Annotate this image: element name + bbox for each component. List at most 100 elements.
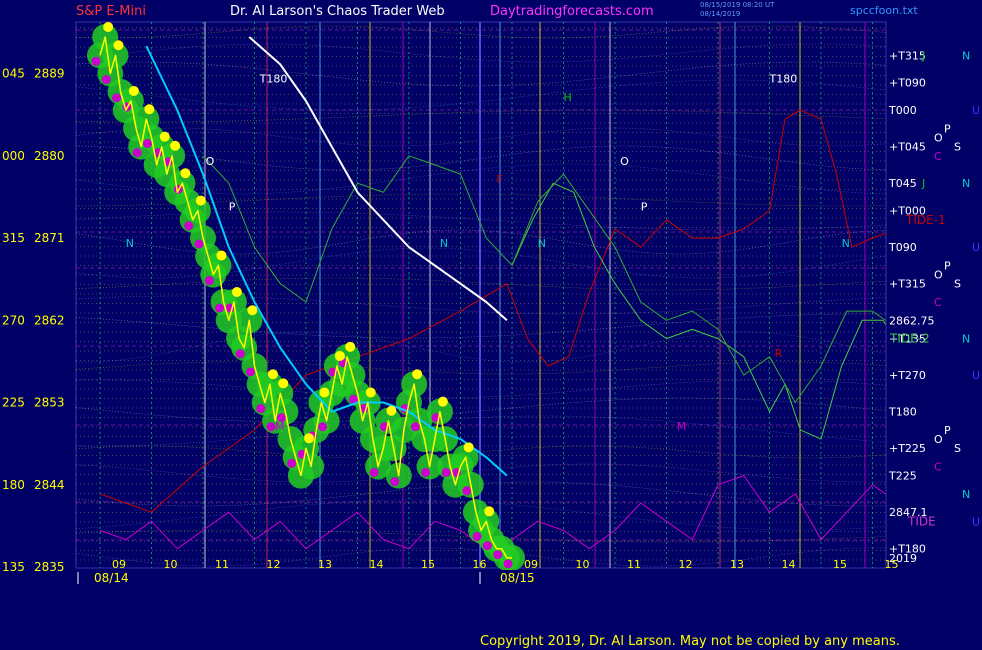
magenta-dot [204, 276, 214, 286]
chart-annotation: T180 [769, 73, 798, 86]
right-level-label: T045 [888, 177, 917, 190]
x-tick-label: 12 [267, 558, 281, 571]
magenta-dot [215, 303, 225, 313]
magenta-dot [246, 367, 255, 377]
x-date-label: 08/14 [94, 571, 129, 585]
swing-high-dot [304, 433, 314, 444]
site-url[interactable]: Daytradingforecasts.com [490, 4, 654, 19]
chart-canvas: 135 2835 180 2844 225 2853 270 2862 315 2871 000 28… [0, 0, 982, 650]
astro-letter: S [954, 278, 961, 291]
swing-high-dot [195, 195, 206, 206]
chart-annotation: M [275, 420, 285, 433]
swing-high-dot [170, 140, 181, 151]
right-level-label: 2862.75 [889, 314, 935, 327]
astro-letter: N [962, 333, 970, 346]
x-tick-label: 14 [782, 558, 796, 571]
astro-letter: N [962, 488, 970, 501]
chart-annotation: H [564, 91, 572, 104]
astro-letter: O [934, 132, 943, 145]
y-tick-label: 2889 [34, 67, 65, 81]
tide1-label: TIDE-1 [905, 213, 946, 227]
swing-high-dot [247, 305, 258, 316]
timestamp-line2: 08/14/2019 [700, 10, 741, 18]
astro-letter: P [944, 424, 951, 437]
chart-annotation: P [229, 201, 236, 214]
y-angle-label: 135 [2, 560, 25, 574]
x-tick-label: 11 [627, 558, 641, 571]
magenta-dot [318, 422, 328, 432]
magenta-dot [462, 486, 472, 496]
swing-high-dot [216, 250, 227, 261]
right-level-label: +T045 [889, 141, 926, 154]
right-level-label: T090 [888, 241, 917, 254]
x-tick-label: 16 [473, 558, 487, 571]
astro-letter: U [972, 369, 980, 382]
swing-high-dot [180, 168, 191, 179]
x-tick-label: 12 [679, 558, 693, 571]
y-angle-label: 045 [2, 67, 25, 81]
magenta-dot [493, 550, 503, 560]
astro-letter: N [962, 49, 970, 62]
y-tick-label: 2871 [34, 231, 65, 245]
x-tick-label: 14 [370, 558, 384, 571]
y-tick-label: 2844 [34, 478, 65, 492]
right-level-label: T180 [888, 406, 917, 419]
astro-letter: J [921, 49, 925, 62]
right-level-label: +T225 [889, 442, 926, 455]
right-level-label: T225 [888, 470, 917, 483]
magenta-dot [369, 467, 379, 477]
y-angle-label: 225 [2, 396, 25, 410]
y-tick-label: 2880 [34, 149, 65, 163]
right-level-label: +T315 [889, 49, 926, 62]
y-tick-label: 2835 [34, 560, 65, 574]
instrument-title: S&P E-Mini [76, 4, 146, 19]
magenta-dot [410, 422, 420, 432]
right-level-label: 2019 [889, 552, 917, 565]
copyright-notice: Copyright 2019, Dr. Al Larson. May not b… [480, 634, 900, 649]
magenta-dot [235, 349, 245, 359]
swing-high-dot [128, 85, 139, 96]
x-tick-label: 09 [524, 558, 538, 571]
chart-annotation: N [126, 237, 134, 250]
chart-annotation: P [641, 201, 648, 214]
right-level-label: +T090 [889, 77, 926, 90]
swing-high-dot [113, 40, 124, 51]
magenta-dot [194, 239, 204, 249]
chart-window: 135 2835 180 2844 225 2853 270 2862 315 2871 000 28… [0, 0, 982, 650]
swing-high-dot [231, 287, 242, 297]
chart-annotation: N [842, 237, 850, 250]
astro-letter: C [934, 150, 942, 163]
y-angle-label: 315 [2, 231, 25, 245]
y-tick-label: 2853 [34, 396, 65, 410]
swing-high-dot [365, 387, 376, 398]
astro-letter: C [934, 296, 942, 309]
swing-high-dot [144, 104, 155, 115]
swing-high-dot [463, 442, 474, 453]
swing-high-dot [412, 369, 423, 380]
x-tick-label: 13 [318, 558, 332, 571]
chart-annotation: F [497, 173, 503, 186]
chart-annotation: O [620, 155, 629, 168]
y-angle-label: 270 [2, 313, 25, 327]
astro-letter: O [934, 433, 943, 446]
magenta-dot [184, 221, 194, 231]
astro-letter: P [944, 259, 951, 272]
right-level-label: T000 [888, 104, 917, 117]
magenta-dot [441, 467, 451, 477]
site-title: Dr. Al Larson's Chaos Trader Web [230, 4, 445, 19]
swing-high-dot [484, 506, 495, 517]
y-tick-label: 2862 [34, 313, 65, 327]
x-tick-label: 09 [112, 558, 126, 571]
astro-letter: N [962, 177, 970, 190]
astro-letter: C [934, 460, 942, 473]
swing-high-dot [159, 131, 170, 142]
swing-high-dot [267, 369, 278, 380]
astro-letter: P [944, 122, 951, 135]
astro-letter: S [954, 442, 961, 455]
astro-letter: J [921, 177, 925, 190]
right-level-label: +T270 [889, 369, 926, 382]
astro-letter: U [972, 241, 980, 254]
y-angle-label: 180 [2, 478, 25, 492]
magenta-dot [91, 56, 101, 66]
x-tick-label: 10 [164, 558, 178, 571]
